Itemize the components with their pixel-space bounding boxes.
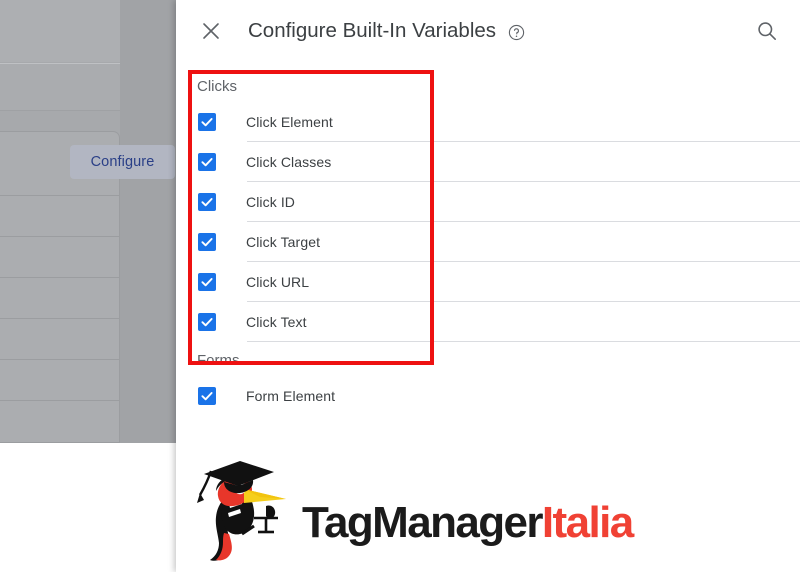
background-card-row: [0, 236, 119, 277]
variable-label: Form Element: [246, 388, 336, 404]
checkbox-checked-icon[interactable]: [198, 273, 216, 291]
background-card-row: [0, 195, 119, 236]
variables-list: Clicks Click Element Click Classes Click…: [176, 62, 800, 416]
variable-row-click-text[interactable]: Click Text: [176, 302, 800, 342]
variable-label: Click Text: [246, 314, 307, 330]
variable-row-click-classes[interactable]: Click Classes: [176, 142, 800, 182]
background-card-row: [0, 318, 119, 359]
group-title-forms: Forms: [197, 352, 240, 369]
variable-label: Click Classes: [246, 154, 332, 170]
checkbox-checked-icon[interactable]: [198, 153, 216, 171]
variable-label: Click Target: [246, 234, 321, 250]
background-card-rows: [0, 195, 119, 441]
background-card-row: [0, 400, 119, 441]
checkbox-checked-icon[interactable]: [198, 193, 216, 211]
logo-wordmark: TagManagerItalia: [302, 498, 634, 548]
variable-label: Click ID: [246, 194, 296, 210]
row-divider: [247, 341, 800, 342]
background-card-row: [0, 277, 119, 318]
close-icon[interactable]: [198, 18, 224, 44]
variable-label: Click URL: [246, 274, 310, 290]
background-right-strip: [120, 0, 176, 443]
checkbox-checked-icon[interactable]: [198, 113, 216, 131]
variable-row-click-url[interactable]: Click URL: [176, 262, 800, 302]
screenshot-root: Configure Configure Built-In Variables C…: [0, 0, 800, 572]
variable-row-click-element[interactable]: Click Element: [176, 102, 800, 142]
group-title-clicks: Clicks: [197, 78, 237, 95]
search-icon[interactable]: [754, 18, 780, 44]
background-card-row: [0, 359, 119, 400]
variable-row-click-target[interactable]: Click Target: [176, 222, 800, 262]
logo-text-accent: Italia: [541, 498, 634, 547]
checkbox-checked-icon[interactable]: [198, 387, 216, 405]
variable-label: Click Element: [246, 114, 333, 130]
configure-button[interactable]: Configure: [70, 145, 175, 179]
checkbox-checked-icon[interactable]: [198, 233, 216, 251]
checkbox-checked-icon[interactable]: [198, 313, 216, 331]
woodpecker-graduate-icon: [197, 461, 286, 561]
panel-header: Configure Built-In Variables: [176, 0, 800, 62]
help-circle-icon[interactable]: [507, 23, 525, 41]
background-app-scrim: Configure: [0, 0, 176, 443]
variable-row-click-id[interactable]: Click ID: [176, 182, 800, 222]
logo-text-primary: TagManager: [302, 498, 544, 547]
variable-row-form-element[interactable]: Form Element: [176, 376, 800, 416]
tagmanageritalia-logo: TagManagerItalia: [182, 455, 634, 565]
page-title: Configure Built-In Variables: [248, 18, 497, 42]
